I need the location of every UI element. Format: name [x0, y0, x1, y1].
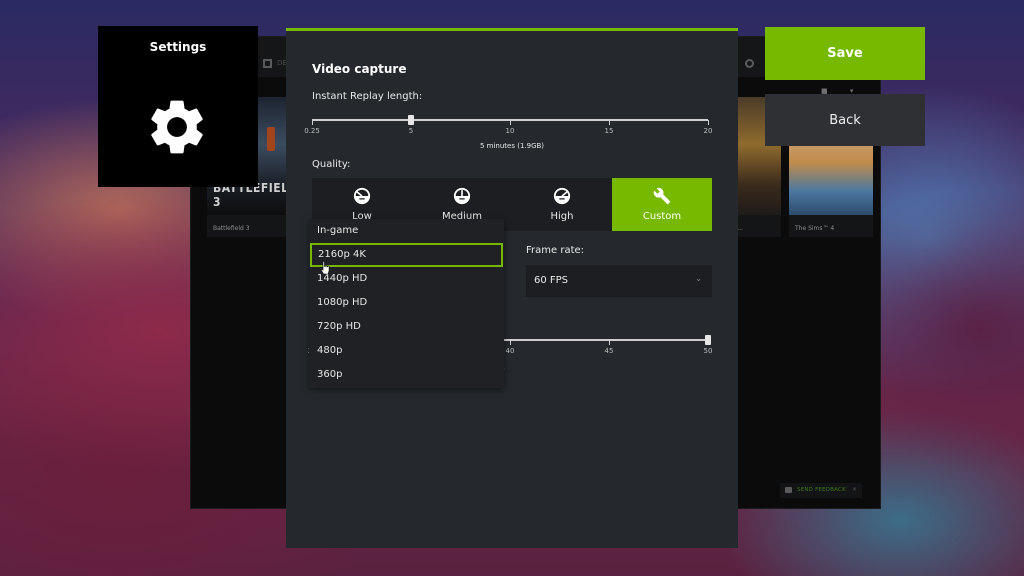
slider-tick-label: 10: [505, 127, 515, 135]
frame-rate-select[interactable]: 60 FPS ⌄: [526, 265, 712, 297]
resolution-option[interactable]: 360p: [309, 363, 504, 387]
art-detail: [267, 127, 275, 151]
slider-tick-label: 15: [604, 127, 614, 135]
quality-label: Quality:: [312, 159, 351, 170]
gear-icon: [745, 59, 754, 68]
slider-tick-label: 40: [505, 347, 515, 355]
slider-tick-label: 45: [604, 347, 614, 355]
resolution-dropdown-list: In-game 2160p 4K 1440p HD 1080p HD 720p HD 48…: [309, 219, 504, 388]
resolution-option[interactable]: 480p: [309, 339, 504, 363]
settings-tile: Settings: [98, 26, 258, 187]
slider-tick-label: 5: [408, 127, 414, 135]
gauge-medium-icon: [453, 187, 471, 205]
wrench-icon: [653, 187, 671, 205]
frame-rate-value: 60 FPS: [534, 275, 569, 286]
slider-tick: [312, 120, 313, 125]
close-icon: ×: [851, 486, 857, 493]
gear-icon: [151, 100, 203, 154]
slider-thumb[interactable]: [705, 335, 711, 345]
hand-cursor-icon: [320, 261, 330, 275]
chevron-down-icon: ⌄: [695, 274, 702, 283]
slider-tick: [510, 340, 511, 345]
resolution-option[interactable]: 2160p 4K: [310, 243, 503, 267]
slider-tick: [708, 120, 709, 125]
slider-tick: [609, 120, 610, 125]
quality-option-label: High: [550, 211, 574, 222]
slider-tick-label: 20: [703, 127, 713, 135]
chat-icon: [785, 487, 792, 493]
save-button[interactable]: Save: [765, 27, 925, 80]
slider-tick-label: 50: [703, 347, 713, 355]
send-feedback-label: SEND FEEDBACK: [797, 487, 846, 493]
send-feedback-bar: SEND FEEDBACK ×: [780, 483, 862, 498]
game-title: The Sims™ 4: [795, 225, 835, 232]
settings-title: Settings: [149, 40, 207, 54]
gauge-high-icon: [553, 187, 571, 205]
slider-tick: [609, 340, 610, 345]
resolution-option[interactable]: 720p HD: [309, 315, 504, 339]
replay-length-label: Instant Replay length:: [312, 91, 423, 102]
game-title: Battlefield 3: [213, 225, 250, 232]
quality-option-high[interactable]: High: [512, 178, 612, 231]
section-title: Video capture: [312, 62, 407, 76]
replay-length-value: 5 minutes (1.9GB): [479, 142, 545, 150]
slider-tick-label: 0.25: [304, 127, 320, 135]
gauge-low-icon: [353, 187, 371, 205]
quality-option-label: Custom: [642, 211, 682, 222]
back-button[interactable]: Back: [765, 94, 925, 146]
slider-thumb[interactable]: [408, 115, 414, 125]
resolution-option[interactable]: 1080p HD: [309, 291, 504, 315]
replay-length-slider[interactable]: 0.25 5 10 15 20: [304, 115, 712, 139]
resolution-option[interactable]: In-game: [309, 219, 504, 243]
slider-tick: [510, 120, 511, 125]
resolution-option[interactable]: 1440p HD: [309, 267, 504, 291]
quality-option-custom[interactable]: Custom: [612, 178, 712, 231]
drivers-tab-icon: [263, 59, 272, 68]
frame-rate-label: Frame rate:: [526, 245, 585, 256]
